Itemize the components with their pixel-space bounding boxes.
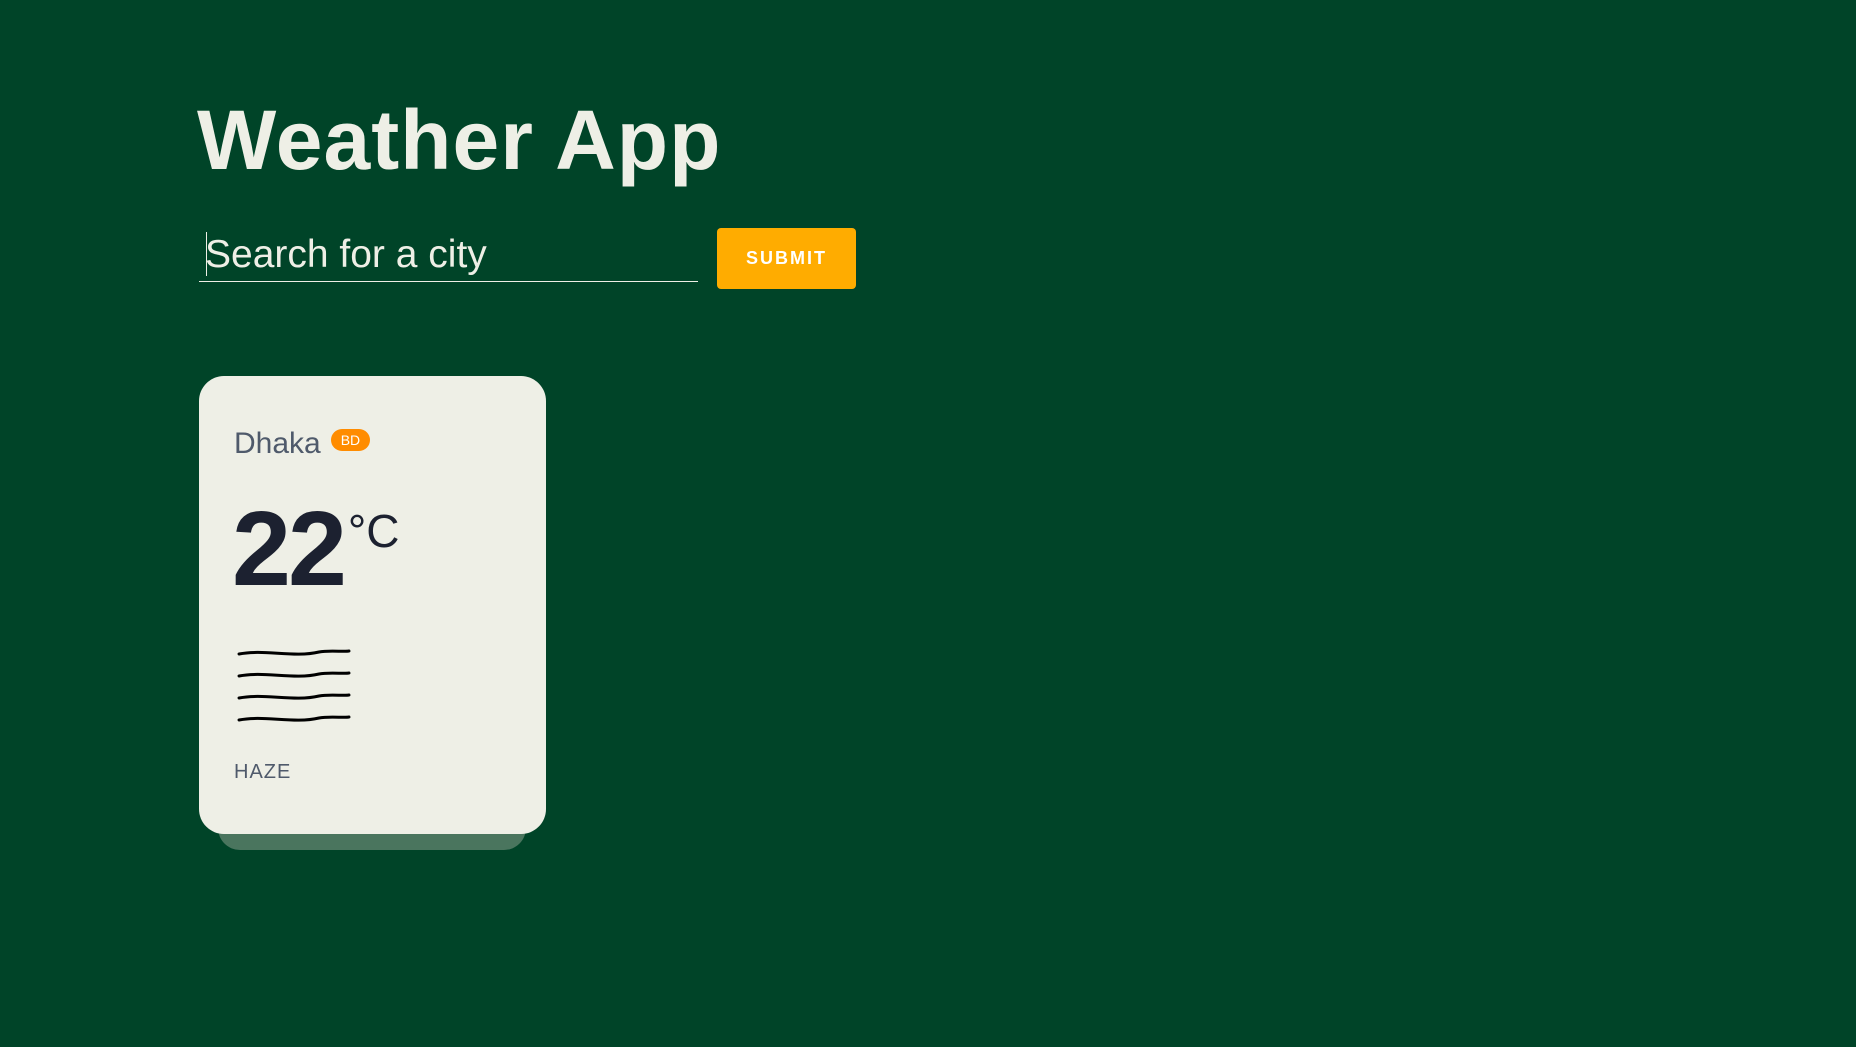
temperature-unit: °C: [347, 505, 400, 557]
city-row: Dhaka BD: [234, 426, 371, 462]
weather-condition: HAZE: [234, 761, 292, 783]
submit-button[interactable]: SUBMIT: [717, 228, 856, 289]
text-caret: [206, 232, 207, 276]
search-form: SUBMIT: [199, 228, 859, 289]
haze-icon: [237, 649, 351, 722]
temperature-value: 22: [232, 490, 347, 608]
city-name: Dhaka: [234, 427, 321, 460]
temperature-row: 22 °C: [232, 494, 400, 604]
weather-card: Dhaka BD 22 °C HAZE: [199, 376, 546, 834]
app-title: Weather App: [197, 93, 722, 187]
search-input[interactable]: [199, 228, 698, 282]
country-badge: BD: [330, 429, 371, 451]
